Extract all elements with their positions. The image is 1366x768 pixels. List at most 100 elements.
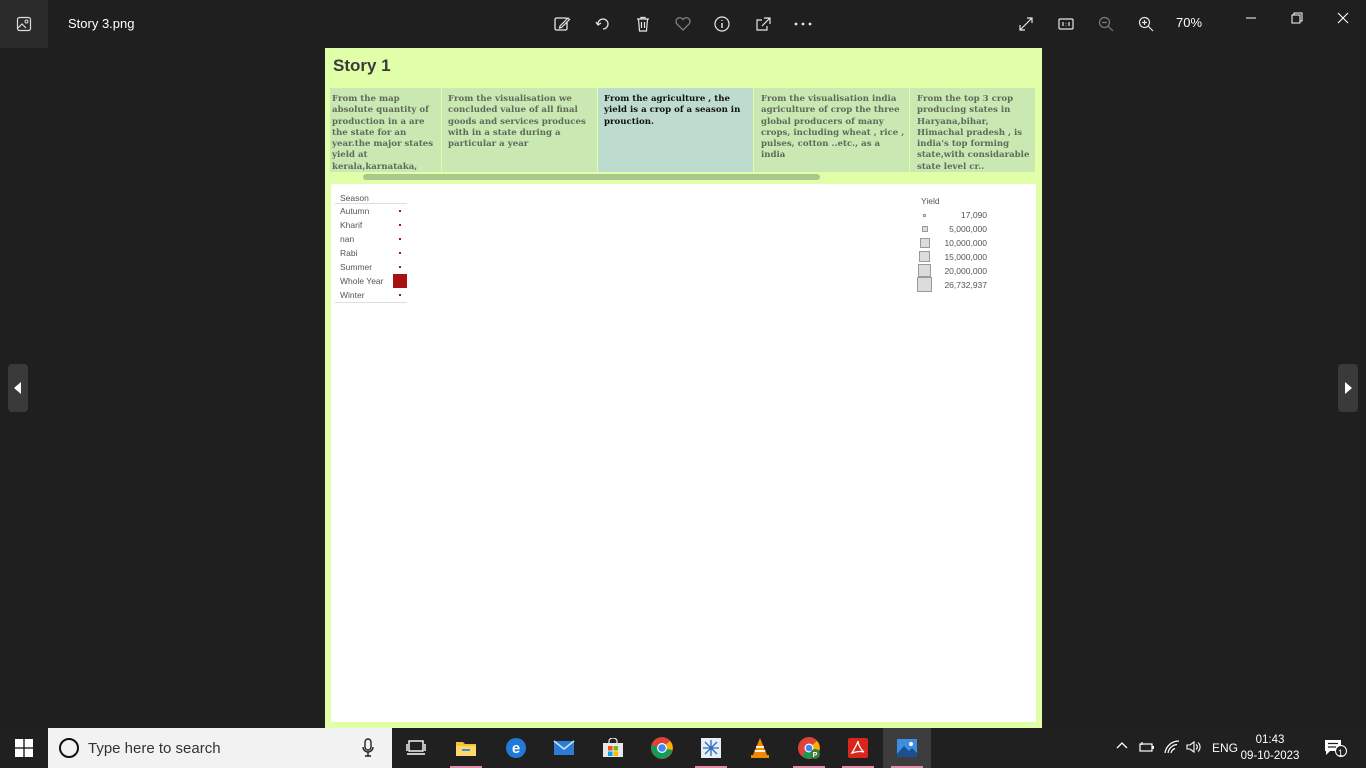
yield-value: 17,090 [961, 210, 987, 220]
notification-center-icon[interactable] [1324, 739, 1348, 760]
season-legend-divider [335, 302, 407, 303]
title-bar: Story 3.png 70% [0, 0, 1366, 48]
yield-value: 5,000,000 [949, 224, 987, 234]
yield-value: 15,000,000 [944, 252, 987, 262]
search-icon [59, 738, 79, 758]
microphone-icon[interactable] [362, 738, 374, 758]
zoom-out-icon[interactable] [1094, 12, 1118, 36]
edit-image-icon[interactable] [550, 12, 574, 36]
story-canvas: Season Autumn Kharif nan Rabi Summer Who… [331, 184, 1036, 722]
microsoft-store-button[interactable] [589, 728, 637, 768]
edge-icon: e [506, 738, 526, 758]
delete-icon[interactable] [631, 12, 655, 36]
snipping-tool-button[interactable] [687, 728, 735, 768]
legend-item: nan [340, 234, 355, 244]
input-language[interactable]: ENG [1212, 741, 1238, 755]
legend-item: Kharif [340, 220, 363, 230]
caption-scrollbar[interactable] [330, 172, 1037, 182]
volume-icon[interactable] [1186, 740, 1202, 757]
chrome-profile-icon: P [798, 737, 820, 759]
legend-mark [399, 238, 401, 240]
battery-icon[interactable] [1139, 740, 1155, 757]
legend-mark [399, 266, 401, 268]
story-caption-4[interactable]: From the visualisation india agriculture… [754, 88, 909, 172]
window-title: Story 3.png [68, 16, 135, 31]
story-caption-bar: From the map absolute quantity of produc… [330, 88, 1037, 172]
season-legend: Season Autumn Kharif nan Rabi Summer Who… [335, 192, 407, 303]
info-icon[interactable] [710, 12, 734, 36]
legend-item: Autumn [340, 206, 370, 216]
size-mark [920, 238, 930, 248]
legend-mark [399, 294, 401, 296]
file-explorer-button[interactable] [442, 728, 490, 768]
network-wifi-icon[interactable] [1164, 740, 1180, 757]
story-caption-2[interactable]: From the visualisation we concluded valu… [442, 88, 597, 172]
taskbar-search-box[interactable]: Type here to search [48, 728, 392, 768]
photos-icon [897, 739, 917, 757]
season-legend-title: Season [335, 192, 407, 204]
size-mark [919, 251, 930, 262]
taskbar: Type here to search e P ENG 01:43 09-10-… [0, 728, 1366, 768]
yield-value: 20,000,000 [944, 266, 987, 276]
size-mark [917, 277, 932, 292]
legend-item: Winter [340, 290, 365, 300]
zoom-in-icon[interactable] [1134, 12, 1158, 36]
clock-time: 01:43 [1255, 734, 1285, 746]
acrobat-button[interactable] [834, 728, 882, 768]
folder-icon [456, 742, 476, 756]
next-image-button[interactable] [1338, 364, 1358, 412]
windows-logo-icon [15, 739, 33, 757]
favorite-heart-icon[interactable] [671, 12, 695, 36]
task-view-icon [406, 740, 426, 755]
story-caption-5[interactable]: From the top 3 crop producing states in … [910, 88, 1035, 172]
rotate-icon[interactable] [591, 12, 615, 36]
search-placeholder: Type here to search [88, 740, 221, 757]
actual-size-icon[interactable] [1054, 12, 1078, 36]
chrome-button[interactable] [638, 728, 686, 768]
yield-value: 10,000,000 [944, 238, 987, 248]
store-bag-icon [603, 738, 623, 757]
close-icon[interactable] [1320, 4, 1366, 32]
previous-image-button[interactable] [8, 364, 28, 412]
legend-mark [399, 252, 401, 254]
mail-button[interactable] [540, 728, 588, 768]
pdf-icon [848, 738, 868, 758]
chrome-profile-button[interactable]: P [785, 728, 833, 768]
yield-value: 26,732,937 [944, 280, 987, 290]
notification-count-badge: 1 [1338, 748, 1344, 758]
show-hidden-icons-chevron-icon[interactable] [1116, 740, 1128, 755]
size-mark [923, 214, 926, 217]
zoom-level[interactable]: 70% [1176, 15, 1202, 30]
vlc-button[interactable] [736, 728, 784, 768]
svg-text:e: e [512, 740, 520, 757]
chevron-right-icon [1345, 382, 1352, 394]
legend-item: Whole Year [340, 276, 384, 286]
legend-mark [399, 210, 401, 212]
story-caption-3[interactable]: From the agriculture , the yield is a cr… [598, 88, 753, 172]
more-options-icon[interactable] [791, 12, 815, 36]
legend-mark [399, 224, 401, 226]
minimize-icon[interactable] [1228, 4, 1274, 32]
photos-button[interactable] [883, 728, 931, 768]
photos-app-icon[interactable] [0, 0, 48, 48]
legend-item: Rabi [340, 248, 358, 258]
fullscreen-icon[interactable] [1014, 12, 1038, 36]
story-title: Story 1 [333, 56, 391, 75]
yield-legend-title: Yield [921, 196, 940, 206]
edge-browser-button[interactable]: e [492, 728, 540, 768]
svg-text:P: P [813, 752, 818, 759]
legend-mark-highlight [393, 274, 407, 288]
start-button[interactable] [0, 728, 48, 768]
size-mark [918, 264, 931, 277]
story-caption-1[interactable]: From the map absolute quantity of produc… [330, 88, 441, 172]
share-icon[interactable] [751, 12, 775, 36]
mail-icon [553, 740, 575, 755]
taskbar-clock[interactable]: 01:43 09-10-2023 [1240, 732, 1300, 764]
yield-legend: Yield 17,090 5,000,000 10,000,000 15,000… [915, 194, 1005, 292]
restore-icon[interactable] [1274, 4, 1320, 32]
snip-icon [701, 738, 721, 758]
caption-scrollbar-thumb[interactable] [363, 174, 820, 180]
clock-date: 09-10-2023 [1240, 750, 1300, 762]
task-view-button[interactable] [392, 728, 440, 768]
chrome-icon [651, 737, 673, 759]
